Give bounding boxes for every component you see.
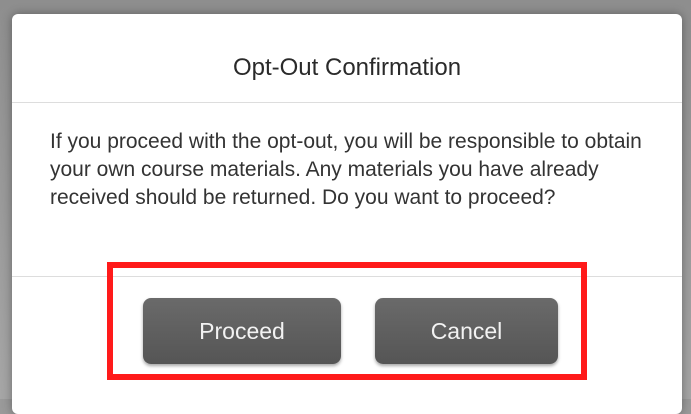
cancel-button[interactable]: Cancel [375,298,558,364]
footer-divider [12,276,682,277]
dialog-title: Opt-Out Confirmation [232,54,462,81]
proceed-button[interactable]: Proceed [143,298,341,364]
title-divider [12,102,682,103]
dialog-message: If you proceed with the opt-out, you wil… [50,130,642,209]
opt-out-dialog: Opt-Out Confirmation If you proceed with… [12,14,682,414]
